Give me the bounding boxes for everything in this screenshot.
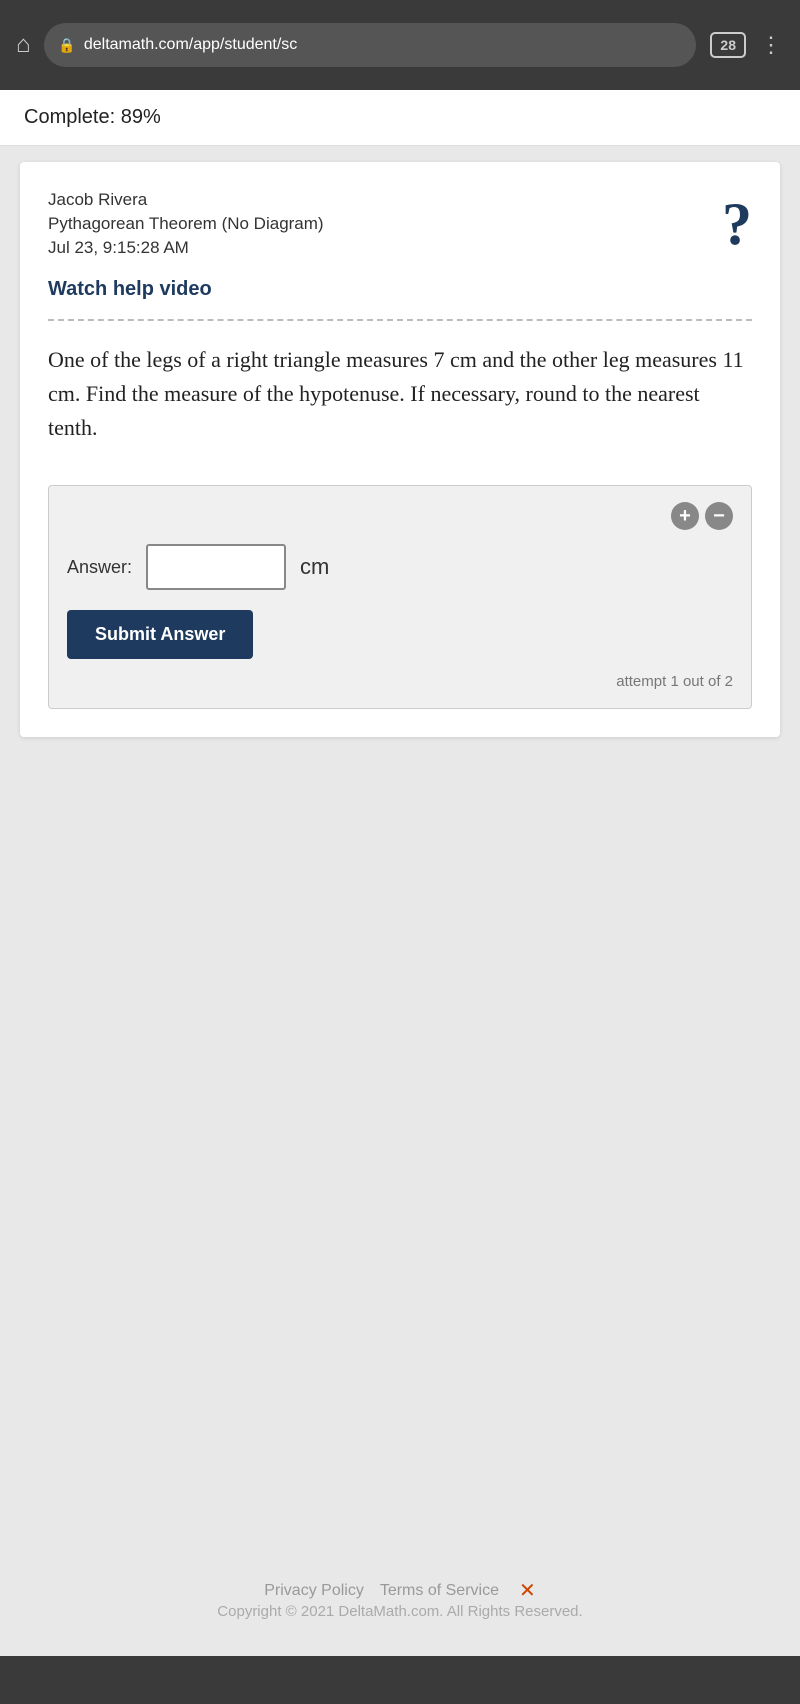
question-mark-icon: ? (722, 194, 752, 254)
tab-count[interactable]: 28 (710, 32, 746, 58)
answer-unit: cm (300, 554, 329, 580)
answer-row: Answer: cm (67, 544, 733, 590)
submit-answer-button[interactable]: Submit Answer (67, 610, 253, 659)
lock-icon: 🔒 (58, 37, 75, 54)
copyright-text: Copyright © 2021 DeltaMath.com. All Righ… (217, 1603, 582, 1620)
answer-input[interactable] (146, 544, 286, 590)
topic-label: Pythagorean Theorem (No Diagram) (48, 214, 324, 234)
zoom-in-button[interactable]: + (671, 502, 699, 530)
close-footer-button[interactable]: ✕ (519, 1578, 536, 1603)
question-text: One of the legs of a right triangle meas… (48, 343, 752, 445)
bottom-browser-bar (0, 1656, 800, 1704)
url-text: deltamath.com/app/student/sc (84, 36, 297, 54)
footer: Privacy Policy Terms of Service ✕ Copyri… (217, 737, 582, 1640)
zoom-controls: + − (67, 502, 733, 530)
card-meta: Jacob Rivera Pythagorean Theorem (No Dia… (48, 190, 324, 258)
footer-links-row: Privacy Policy Terms of Service ✕ (264, 1578, 535, 1603)
watch-help-link[interactable]: Watch help video (48, 278, 752, 301)
main-content: Jacob Rivera Pythagorean Theorem (No Dia… (0, 146, 800, 1656)
menu-icon[interactable]: ⋮ (760, 32, 784, 58)
date-label: Jul 23, 9:15:28 AM (48, 238, 324, 258)
home-icon[interactable]: ⌂ (16, 32, 30, 59)
terms-of-service-link[interactable]: Terms of Service (380, 1582, 499, 1600)
answer-label: Answer: (67, 557, 132, 578)
complete-bar: Complete: 89% (0, 90, 800, 146)
complete-text: Complete: 89% (24, 106, 161, 128)
question-card: Jacob Rivera Pythagorean Theorem (No Dia… (20, 162, 780, 737)
zoom-out-button[interactable]: − (705, 502, 733, 530)
student-name: Jacob Rivera (48, 190, 324, 210)
privacy-policy-link[interactable]: Privacy Policy (264, 1582, 364, 1600)
section-divider (48, 319, 752, 321)
browser-chrome: ⌂ 🔒 deltamath.com/app/student/sc 28 ⋮ (0, 0, 800, 90)
attempt-text: attempt 1 out of 2 (67, 673, 733, 690)
answer-box: + − Answer: cm Submit Answer attempt 1 o… (48, 485, 752, 709)
card-header: Jacob Rivera Pythagorean Theorem (No Dia… (48, 190, 752, 258)
address-bar[interactable]: 🔒 deltamath.com/app/student/sc (44, 23, 696, 67)
